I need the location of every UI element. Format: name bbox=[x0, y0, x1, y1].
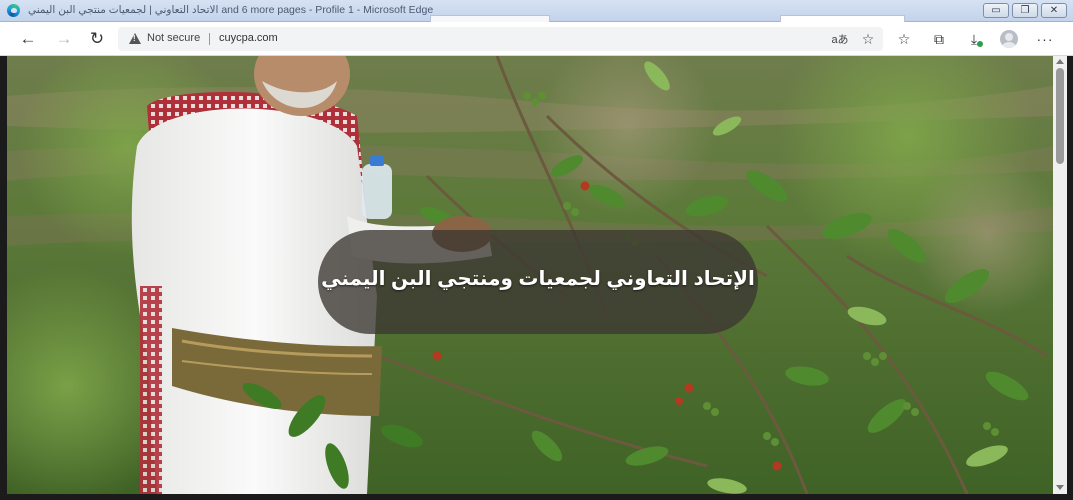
vertical-scrollbar[interactable] bbox=[1053, 56, 1067, 494]
hero-title: الإتحاد التعاوني لجمعيات ومنتجي البن الي… bbox=[321, 268, 755, 290]
scroll-up-icon[interactable] bbox=[1056, 59, 1064, 64]
security-label[interactable]: Not secure bbox=[147, 32, 200, 44]
water-bottle bbox=[362, 164, 392, 219]
address-divider bbox=[209, 33, 210, 45]
restore-icon: ❐ bbox=[1020, 4, 1030, 16]
collections-icon[interactable]: ⧉ bbox=[928, 29, 950, 49]
more-menu-icon[interactable]: ··· bbox=[1034, 29, 1056, 49]
close-button[interactable]: ✕ bbox=[1041, 3, 1067, 18]
profile-button[interactable] bbox=[998, 29, 1020, 49]
avatar-icon bbox=[1000, 30, 1018, 48]
back-button[interactable]: ← bbox=[16, 27, 40, 51]
url-text[interactable]: cuycpa.com bbox=[219, 32, 278, 44]
download-complete-dot bbox=[977, 41, 983, 47]
scarf-side bbox=[140, 286, 162, 494]
scroll-down-icon[interactable] bbox=[1056, 485, 1064, 490]
window-frame bbox=[0, 494, 1073, 500]
minimize-button[interactable]: ▭ bbox=[983, 3, 1009, 18]
window-frame bbox=[1067, 56, 1073, 500]
forward-button[interactable]: → bbox=[52, 27, 76, 51]
page-viewport: الإتحاد التعاوني لجمعيات ومنتجي البن الي… bbox=[7, 56, 1053, 494]
scroll-thumb[interactable] bbox=[1056, 68, 1064, 164]
edge-logo-icon bbox=[7, 4, 20, 17]
minimize-icon: ▭ bbox=[991, 4, 1001, 16]
favorites-icon[interactable]: ☆ bbox=[893, 29, 915, 49]
address-bar[interactable]: Not secure cuycpa.com aあ ☆ bbox=[118, 27, 883, 51]
read-aloud-icon[interactable]: aあ bbox=[831, 30, 849, 48]
close-icon: ✕ bbox=[1049, 4, 1059, 16]
window-frame bbox=[0, 56, 7, 500]
background-tab[interactable] bbox=[430, 15, 550, 22]
warning-icon[interactable] bbox=[129, 33, 141, 44]
add-favorite-icon[interactable]: ☆ bbox=[859, 30, 877, 48]
restore-button[interactable]: ❐ bbox=[1012, 3, 1038, 18]
downloads-button[interactable]: ⤓ bbox=[963, 29, 985, 49]
refresh-button[interactable]: ↻ bbox=[85, 27, 109, 51]
browser-toolbar: ← → ↻ Not secure cuycpa.com aあ ☆ ☆ ⧉ ⤓ ·… bbox=[0, 22, 1073, 56]
window-title-bar: الاتحاد التعاوني | لجمعيات منتجي البن ال… bbox=[0, 0, 1073, 22]
active-tab[interactable] bbox=[780, 15, 905, 22]
